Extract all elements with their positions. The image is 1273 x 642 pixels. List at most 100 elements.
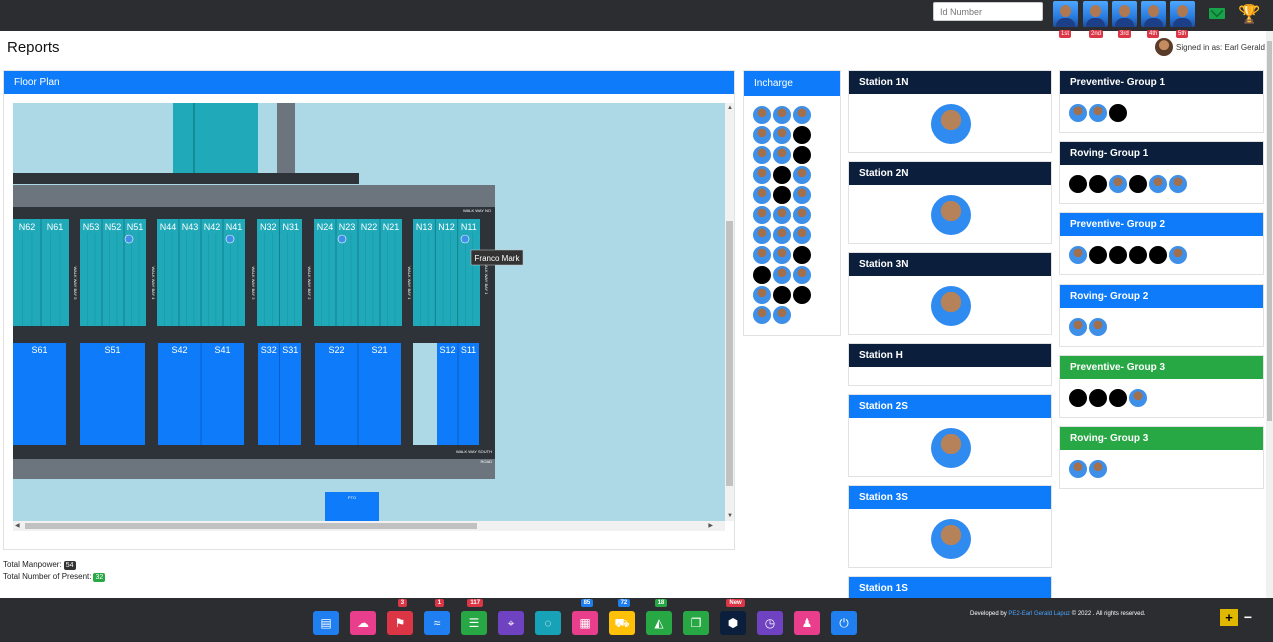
- absent-person-avatar[interactable]: [1128, 245, 1148, 265]
- list-check-button[interactable]: ☰: [461, 611, 487, 635]
- person-avatar[interactable]: [1128, 388, 1148, 408]
- station-person-avatar[interactable]: [931, 428, 971, 468]
- absent-person-avatar[interactable]: [1128, 174, 1148, 194]
- cart-button[interactable]: ⛟: [609, 611, 635, 635]
- south-bay-label[interactable]: S42: [171, 345, 187, 355]
- person-avatar[interactable]: [792, 165, 812, 185]
- north-bay-label[interactable]: N53: [83, 222, 100, 232]
- absent-person-avatar[interactable]: [792, 145, 812, 165]
- person-avatar[interactable]: [772, 305, 792, 325]
- user-avatar[interactable]: [1155, 38, 1173, 56]
- archive-button[interactable]: ▤: [313, 611, 339, 635]
- spinner-button[interactable]: ◌: [535, 611, 561, 635]
- south-bay-label[interactable]: S11: [461, 345, 476, 355]
- person-avatar[interactable]: [1068, 245, 1088, 265]
- north-bay-label[interactable]: N31: [282, 222, 299, 232]
- person-avatar[interactable]: [772, 105, 792, 125]
- person-avatar[interactable]: [752, 305, 772, 325]
- rank-1-avatar[interactable]: 1st: [1053, 1, 1078, 38]
- floor-plan-vscroll[interactable]: ▲ ▼: [725, 103, 734, 521]
- person-avatar[interactable]: [752, 245, 772, 265]
- person-marker[interactable]: [124, 234, 134, 244]
- rank-4-avatar[interactable]: 4th: [1141, 1, 1166, 38]
- south-bay-label[interactable]: S32: [261, 345, 277, 355]
- absent-person-avatar[interactable]: [1088, 388, 1108, 408]
- power-button[interactable]: ⏻: [831, 611, 857, 635]
- user-edit-button[interactable]: ♟: [794, 611, 820, 635]
- north-bay-label[interactable]: N61: [47, 222, 64, 232]
- person-avatar[interactable]: [1068, 459, 1088, 479]
- absent-person-avatar[interactable]: [1088, 245, 1108, 265]
- clock-button[interactable]: ◷: [757, 611, 783, 635]
- person-marker[interactable]: [225, 234, 235, 244]
- swimmer-button[interactable]: ≈: [424, 611, 450, 635]
- absent-person-avatar[interactable]: [792, 285, 812, 305]
- person-avatar[interactable]: [752, 145, 772, 165]
- person-avatar[interactable]: [752, 105, 772, 125]
- north-bay-label[interactable]: N24: [317, 222, 334, 232]
- north-bay-label[interactable]: N51: [127, 222, 144, 232]
- absent-person-avatar[interactable]: [1148, 245, 1168, 265]
- person-avatar[interactable]: [792, 265, 812, 285]
- north-bay-label[interactable]: N13: [416, 222, 433, 232]
- absent-person-avatar[interactable]: [1088, 174, 1108, 194]
- south-bay-label[interactable]: S61: [31, 345, 47, 355]
- id-number-input[interactable]: [933, 2, 1043, 21]
- shopping-bag-button[interactable]: ◭: [646, 611, 672, 635]
- south-bay-label[interactable]: S41: [214, 345, 230, 355]
- absent-person-avatar[interactable]: [1068, 388, 1088, 408]
- person-avatar[interactable]: [752, 205, 772, 225]
- absent-person-avatar[interactable]: [1068, 174, 1088, 194]
- person-avatar[interactable]: [1168, 245, 1188, 265]
- absent-person-avatar[interactable]: [1108, 103, 1128, 123]
- north-bay-label[interactable]: N32: [260, 222, 277, 232]
- person-avatar[interactable]: [792, 225, 812, 245]
- person-avatar[interactable]: [752, 185, 772, 205]
- north-bay-label[interactable]: N42: [204, 222, 221, 232]
- cube-button[interactable]: ⬢: [720, 611, 746, 635]
- person-avatar[interactable]: [792, 205, 812, 225]
- absent-person-avatar[interactable]: [792, 125, 812, 145]
- cloud-upload-button[interactable]: ☁: [350, 611, 376, 635]
- rank-2-avatar[interactable]: 2nd: [1083, 1, 1108, 38]
- south-bay-label[interactable]: S31: [282, 345, 298, 355]
- zoom-in-button[interactable]: +: [1220, 609, 1238, 626]
- south-bay-label[interactable]: S21: [371, 345, 387, 355]
- person-avatar[interactable]: [772, 145, 792, 165]
- person-avatar[interactable]: [772, 265, 792, 285]
- map-marker-button[interactable]: ⌖: [498, 611, 524, 635]
- person-marker[interactable]: [460, 234, 470, 244]
- absent-person-avatar[interactable]: [1108, 388, 1128, 408]
- rank-3-avatar[interactable]: 3rd: [1112, 1, 1137, 38]
- person-avatar[interactable]: [1088, 459, 1108, 479]
- absent-person-avatar[interactable]: [792, 245, 812, 265]
- south-bay-label[interactable]: S12: [439, 345, 455, 355]
- floor-plan-map[interactable]: N62 N61 N53 N52 N51 N44 N43 N42 N41 N32 N31 N24 N23 N…: [13, 103, 725, 521]
- north-bay-label[interactable]: N62: [19, 222, 36, 232]
- person-avatar[interactable]: [772, 245, 792, 265]
- person-avatar[interactable]: [752, 225, 772, 245]
- north-bay-label[interactable]: N11: [461, 222, 477, 232]
- north-bay-label[interactable]: N22: [361, 222, 378, 232]
- station-person-avatar[interactable]: [931, 286, 971, 326]
- trophy-icon[interactable]: 🏆: [1238, 4, 1260, 24]
- south-bay-label[interactable]: S51: [104, 345, 120, 355]
- north-bay-label[interactable]: N41: [226, 222, 243, 232]
- station-person-avatar[interactable]: [931, 195, 971, 235]
- person-avatar[interactable]: [752, 125, 772, 145]
- person-avatar[interactable]: [1068, 317, 1088, 337]
- person-avatar[interactable]: [792, 185, 812, 205]
- north-bay-label[interactable]: N43: [182, 222, 199, 232]
- north-bay-label[interactable]: N44: [160, 222, 177, 232]
- person-avatar[interactable]: [1068, 103, 1088, 123]
- zoom-out-button[interactable]: −: [1241, 609, 1255, 626]
- north-bay-label[interactable]: N12: [438, 222, 455, 232]
- absent-person-avatar[interactable]: [772, 185, 792, 205]
- person-marker[interactable]: [337, 234, 347, 244]
- person-avatar[interactable]: [1148, 174, 1168, 194]
- flag-button[interactable]: ⚑: [387, 611, 413, 635]
- station-person-avatar[interactable]: [931, 519, 971, 559]
- rank-5-avatar[interactable]: 5th: [1170, 1, 1195, 38]
- absent-person-avatar[interactable]: [772, 285, 792, 305]
- calendar-button[interactable]: ▦: [572, 611, 598, 635]
